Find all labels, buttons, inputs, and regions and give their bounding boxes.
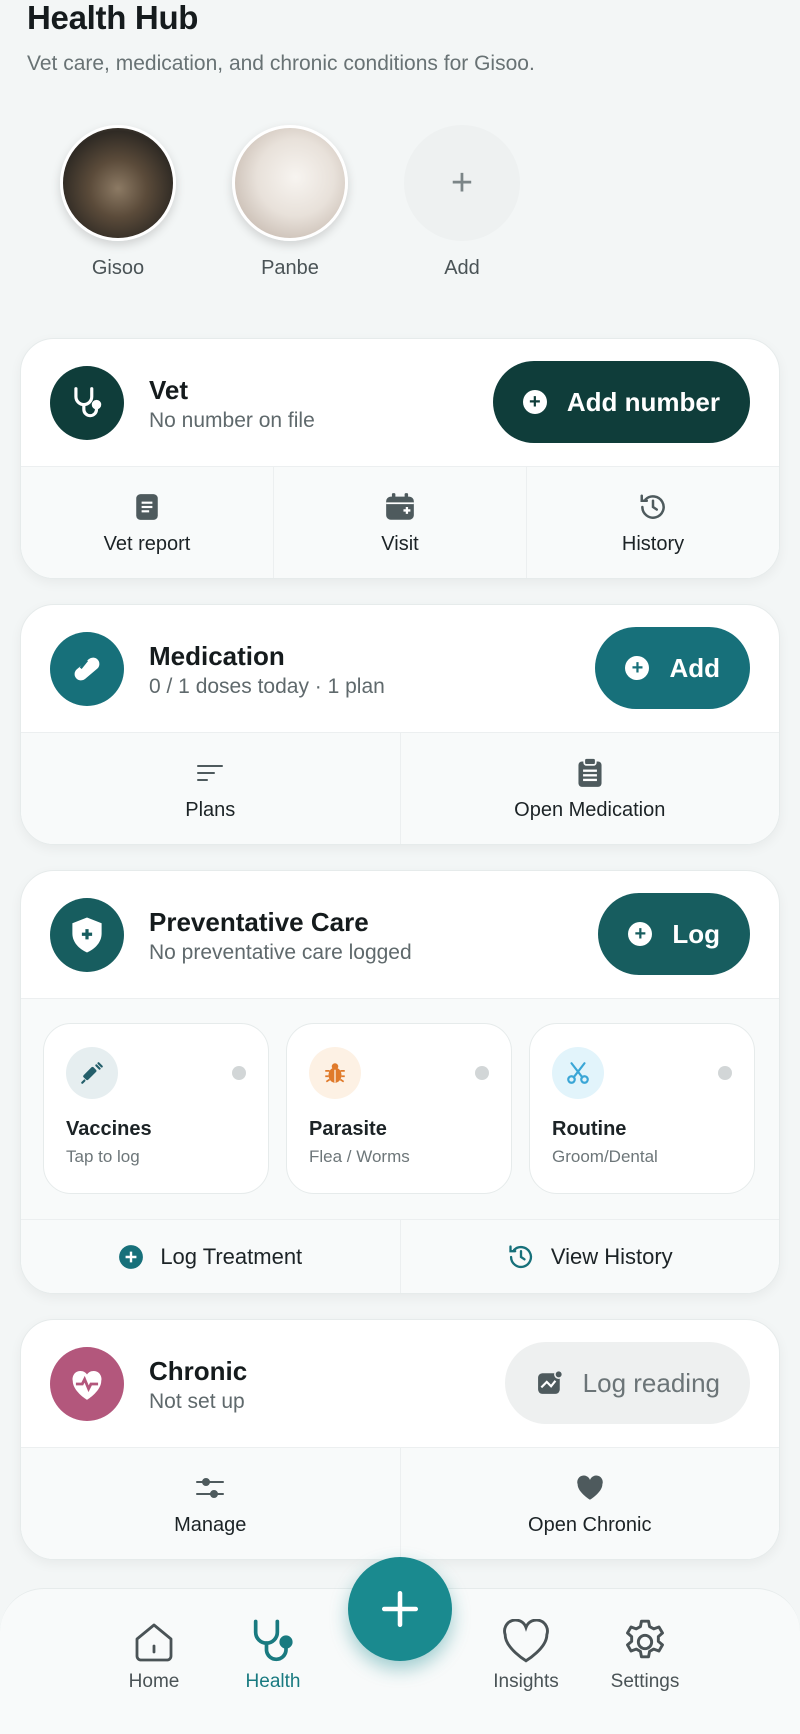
page-title: Health Hub <box>27 0 199 36</box>
chronic-card: Chronic Not set up Log reading Manage Op… <box>20 1319 780 1560</box>
plans-button[interactable]: Plans <box>21 733 401 844</box>
pet-name: Gisoo <box>91 257 145 279</box>
tile-subtitle: Tap to log <box>66 1147 140 1166</box>
chronic-subtitle: Not set up <box>149 1390 245 1413</box>
gear-icon <box>585 1615 705 1669</box>
plus-circle-icon <box>119 1245 144 1269</box>
plus-icon: + <box>628 922 653 946</box>
home-icon <box>94 1615 214 1669</box>
log-treatment-label: Log Treatment <box>160 1244 303 1269</box>
log-label: Log <box>672 918 720 949</box>
history-icon <box>509 1245 532 1269</box>
log-preventative-button[interactable]: + Log <box>598 893 750 975</box>
preventative-title: Preventative Care <box>149 907 369 937</box>
history-icon <box>638 489 668 525</box>
nav-settings[interactable]: Settings <box>585 1615 705 1693</box>
view-history-label: View History <box>550 1244 673 1269</box>
clipboard-icon <box>577 755 603 791</box>
log-reading-button[interactable]: Log reading <box>504 1342 750 1424</box>
nav-insights-label: Insights <box>493 1671 559 1692</box>
tile-name: Vaccines <box>66 1118 152 1140</box>
pet-selector: Gisoo Panbe + Add <box>0 125 800 285</box>
visit-button[interactable]: Visit <box>274 467 527 578</box>
medication-title: Medication <box>149 641 285 671</box>
add-medication-label: Add <box>669 652 720 683</box>
pet-gisoo[interactable]: Gisoo <box>53 125 183 280</box>
tile-name: Routine <box>552 1118 627 1140</box>
history-label: History <box>621 533 685 555</box>
status-dot <box>232 1066 246 1080</box>
pet-name: Panbe <box>261 257 319 279</box>
tile-subtitle: Flea / Worms <box>309 1147 410 1166</box>
heart-outline-icon <box>466 1615 586 1669</box>
nav-health-label: Health <box>245 1671 301 1692</box>
preventative-subtitle: No preventative care logged <box>149 941 412 964</box>
pet-panbe[interactable]: Panbe <box>225 125 355 280</box>
vet-title: Vet <box>149 375 189 405</box>
log-reading-label: Log reading <box>582 1367 720 1398</box>
plans-label: Plans <box>185 799 236 821</box>
shield-icon <box>50 898 124 972</box>
document-icon <box>134 489 160 525</box>
bug-icon <box>309 1047 361 1099</box>
syringe-icon <box>66 1047 118 1099</box>
open-medication-button[interactable]: Open Medication <box>401 733 780 844</box>
parasite-tile[interactable]: Parasite Flea / Worms <box>286 1023 512 1194</box>
tile-name: Parasite <box>309 1118 387 1140</box>
vaccines-tile[interactable]: Vaccines Tap to log <box>43 1023 269 1194</box>
add-medication-button[interactable]: + Add <box>595 627 750 709</box>
scissors-icon <box>552 1047 604 1099</box>
add-fab-button[interactable] <box>348 1557 452 1661</box>
page-subtitle: Vet care, medication, and chronic condit… <box>27 52 535 75</box>
avatar[interactable] <box>232 125 348 241</box>
nav-home-label: Home <box>128 1671 180 1692</box>
view-history-button[interactable]: View History <box>401 1220 780 1293</box>
plus-icon: + <box>625 656 650 680</box>
manage-button[interactable]: Manage <box>21 1448 401 1559</box>
heart-pulse-icon <box>50 1347 124 1421</box>
preventative-care-card: Preventative Care No preventative care l… <box>20 870 780 1294</box>
tile-subtitle: Groom/Dental <box>552 1147 658 1166</box>
routine-tile[interactable]: Routine Groom/Dental <box>529 1023 755 1194</box>
nav-settings-label: Settings <box>610 1671 680 1692</box>
stethoscope-icon <box>50 366 124 440</box>
pill-icon <box>50 632 124 706</box>
medication-card: Medication 0 / 1 doses today · 1 plan + … <box>20 604 780 845</box>
nav-home[interactable]: Home <box>94 1615 214 1693</box>
add-number-button[interactable]: + Add number <box>492 361 750 443</box>
add-number-label: Add number <box>566 386 720 417</box>
add-pet-button[interactable]: + Add <box>397 125 527 280</box>
vet-subtitle: No number on file <box>149 409 315 432</box>
medication-subtitle: 0 / 1 doses today · 1 plan <box>149 675 385 698</box>
open-chronic-label: Open Chronic <box>528 1514 652 1536</box>
open-chronic-button[interactable]: Open Chronic <box>401 1448 780 1559</box>
add-pet-label: Add <box>444 257 480 279</box>
chronic-title: Chronic <box>149 1356 248 1386</box>
nav-health[interactable]: Health <box>213 1615 333 1693</box>
vet-report-label: Vet report <box>103 533 191 555</box>
sort-lines-icon <box>196 755 224 791</box>
plus-icon[interactable]: + <box>404 125 520 241</box>
vet-report-button[interactable]: Vet report <box>21 467 274 578</box>
nav-insights[interactable]: Insights <box>466 1615 586 1693</box>
visit-label: Visit <box>381 533 419 555</box>
history-button[interactable]: History <box>527 467 779 578</box>
page-header: Health Hub Vet care, medication, and chr… <box>27 0 767 76</box>
calendar-add-icon <box>385 489 415 525</box>
chart-image-icon <box>537 1370 563 1394</box>
avatar[interactable] <box>60 125 176 241</box>
status-dot <box>475 1066 489 1080</box>
status-dot <box>718 1066 732 1080</box>
plus-icon <box>381 1590 419 1628</box>
stethoscope-icon <box>213 1615 333 1669</box>
sliders-icon <box>195 1470 225 1506</box>
vet-card: Vet No number on file + Add number Vet r… <box>20 338 780 579</box>
plus-icon: + <box>522 390 547 414</box>
heart-icon <box>575 1470 605 1506</box>
manage-label: Manage <box>174 1514 247 1536</box>
open-medication-label: Open Medication <box>514 799 666 821</box>
log-treatment-button[interactable]: Log Treatment <box>21 1220 401 1293</box>
